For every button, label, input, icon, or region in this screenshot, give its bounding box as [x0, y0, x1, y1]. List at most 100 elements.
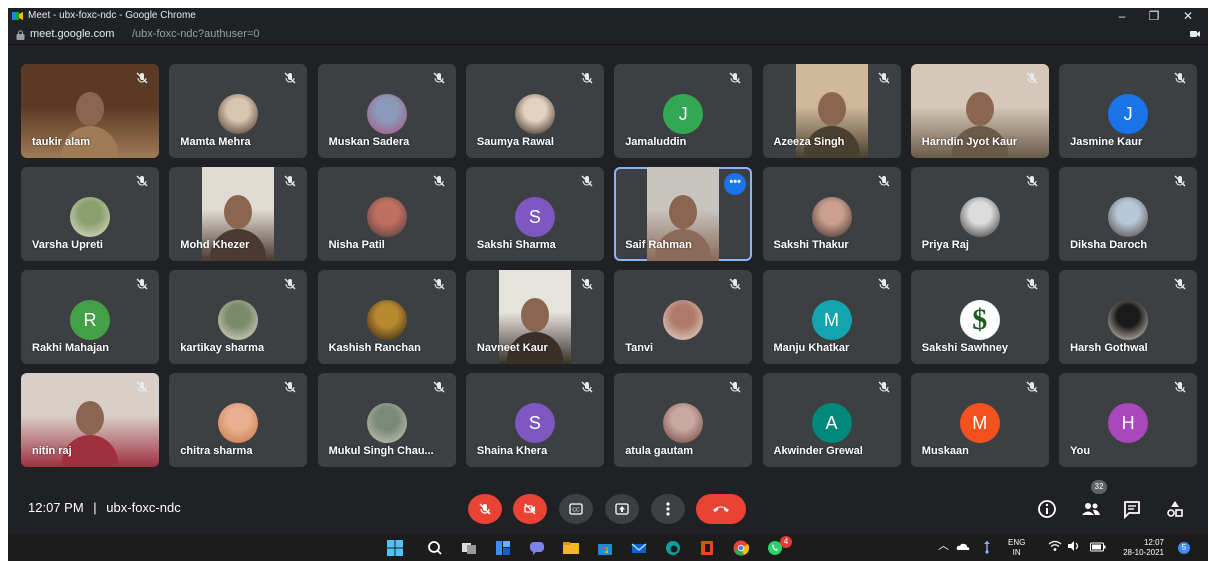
more-options-button[interactable] [651, 494, 685, 524]
participant-tile[interactable]: taukir alam [21, 64, 159, 158]
wifi-icon[interactable] [1048, 540, 1062, 552]
input-language[interactable]: ENG IN [1008, 538, 1025, 558]
leave-call-button[interactable] [696, 494, 746, 524]
window-title: Meet - ubx-foxc-ndc - Google Chrome [28, 10, 196, 21]
participant-tile[interactable]: H You [1059, 373, 1198, 467]
participant-name: nitin raj [32, 445, 72, 457]
participant-tile[interactable]: Tanvi [614, 270, 753, 364]
tile-more-options-icon[interactable]: ••• [724, 173, 747, 195]
clock[interactable]: 12:07 28-10-2021 [1118, 538, 1164, 558]
volume-icon[interactable] [1067, 540, 1081, 552]
office-icon[interactable] [698, 539, 716, 557]
participant-tile[interactable]: atula gautam [614, 373, 753, 467]
activities-icon[interactable] [1164, 498, 1186, 520]
participant-tile[interactable]: Varsha Upreti [21, 167, 159, 261]
address-bar[interactable]: meet.google.com /ubx-foxc-ndc?authuser=0 [8, 25, 1208, 45]
present-button[interactable] [605, 494, 639, 524]
meeting-info-icon[interactable] [1036, 498, 1058, 520]
participant-tile[interactable]: nitin raj [21, 373, 159, 467]
participant-avatar [366, 197, 407, 237]
meeting-controls-bar: 12:07 PM | ubx-foxc-ndc CC 32 [8, 478, 1208, 534]
mic-muted-icon [283, 380, 297, 394]
mic-muted-icon [283, 277, 297, 291]
captions-icon: CC [569, 503, 583, 515]
chat-icon[interactable] [1121, 498, 1143, 520]
mic-muted-icon [432, 380, 446, 394]
camera-off-button[interactable] [513, 494, 547, 524]
widgets-icon[interactable] [494, 539, 512, 557]
participant-name: Sakshi Sharma [476, 239, 556, 251]
participant-tile[interactable]: A Akwinder Grewal [762, 373, 901, 467]
participant-tile[interactable]: S Shaina Khera [465, 373, 604, 467]
teams-chat-icon[interactable] [528, 539, 546, 557]
participant-tile[interactable]: Mamta Mehra [169, 64, 308, 158]
participant-tile[interactable]: chitra sharma [169, 373, 308, 467]
usb-icon[interactable] [981, 540, 993, 554]
participant-tile[interactable]: M Muskaan [910, 373, 1049, 467]
participant-tile[interactable]: Nisha Patil [317, 167, 456, 261]
call-end-icon [713, 506, 729, 512]
participant-tile[interactable]: R Rakhi Mahajan [21, 270, 159, 364]
close-button[interactable]: ✕ [1172, 8, 1204, 25]
file-explorer-icon[interactable] [562, 539, 580, 557]
task-view-icon[interactable] [460, 539, 478, 557]
restore-button[interactable]: ❐ [1138, 8, 1170, 25]
mic-muted-icon [135, 71, 149, 85]
participant-tile[interactable]: Azeeza Singh [762, 64, 901, 158]
participant-tile[interactable]: M Manju Khatkar [762, 270, 901, 364]
participant-tile[interactable]: Muskan Sadera [317, 64, 456, 158]
participant-tile[interactable]: $ Sakshi Sawhney [910, 270, 1049, 364]
mic-muted-icon [580, 71, 594, 85]
participant-avatar [218, 94, 259, 134]
participant-tile[interactable]: S Sakshi Sharma [465, 167, 604, 261]
people-icon[interactable] [1080, 498, 1102, 520]
mail-icon[interactable] [630, 539, 648, 557]
participant-tile[interactable]: Saumya Rawal [465, 64, 604, 158]
mic-muted-icon [877, 277, 891, 291]
camera-in-use-icon[interactable] [1190, 30, 1200, 38]
participant-avatar: H [1108, 403, 1149, 443]
participant-silhouette [669, 195, 698, 229]
mic-off-icon [479, 503, 491, 515]
participant-tile[interactable]: Navneet Kaur [465, 270, 604, 364]
participant-tile[interactable]: Harsh Gothwal [1059, 270, 1198, 364]
participant-avatar: S [514, 403, 555, 443]
participant-avatar: M [959, 403, 1000, 443]
lock-icon [16, 30, 25, 40]
participant-name: Shaina Khera [476, 445, 548, 457]
participant-tile[interactable]: Mohd Khezer [169, 167, 308, 261]
minimize-button[interactable]: – [1106, 8, 1138, 25]
participant-avatar [514, 94, 555, 134]
participant-avatar: $ [959, 300, 1000, 340]
participant-tile[interactable]: J Jamaluddin [614, 64, 753, 158]
mic-muted-icon [135, 380, 149, 394]
onedrive-icon[interactable] [956, 541, 970, 553]
battery-icon[interactable] [1090, 542, 1106, 552]
participant-silhouette [817, 92, 846, 126]
participant-tile[interactable]: kartikay sharma [169, 270, 308, 364]
participant-silhouette [224, 195, 253, 229]
microsoft-store-icon[interactable] [596, 539, 614, 557]
notification-badge[interactable]: 5 [1178, 542, 1190, 554]
participant-avatar: A [811, 403, 852, 443]
search-icon[interactable] [426, 539, 444, 557]
mic-muted-icon [728, 380, 742, 394]
participant-tile[interactable]: Harndin Jyot Kaur [910, 64, 1049, 158]
show-hidden-icons[interactable]: ︿ [938, 541, 949, 552]
windows-start-icon[interactable] [386, 539, 404, 557]
separator: | [93, 500, 97, 515]
participant-tile[interactable]: Kashish Ranchan [317, 270, 456, 364]
chrome-icon[interactable] [732, 539, 750, 557]
participant-tile[interactable]: Diksha Daroch [1059, 167, 1198, 261]
participant-tile[interactable]: Sakshi Thakur [762, 167, 901, 261]
captions-button[interactable]: CC [559, 494, 593, 524]
mic-muted-icon [432, 71, 446, 85]
edge-browser-icon[interactable] [664, 539, 682, 557]
participant-tile[interactable]: ••• Saif Rahman [614, 167, 753, 261]
participant-avatar [218, 300, 259, 340]
participant-tile[interactable]: J Jasmine Kaur [1059, 64, 1198, 158]
mic-off-button[interactable] [468, 494, 502, 524]
whatsapp-badge: 4 [780, 536, 792, 548]
participant-tile[interactable]: Mukul Singh Chau... [317, 373, 456, 467]
participant-tile[interactable]: Priya Raj [910, 167, 1049, 261]
